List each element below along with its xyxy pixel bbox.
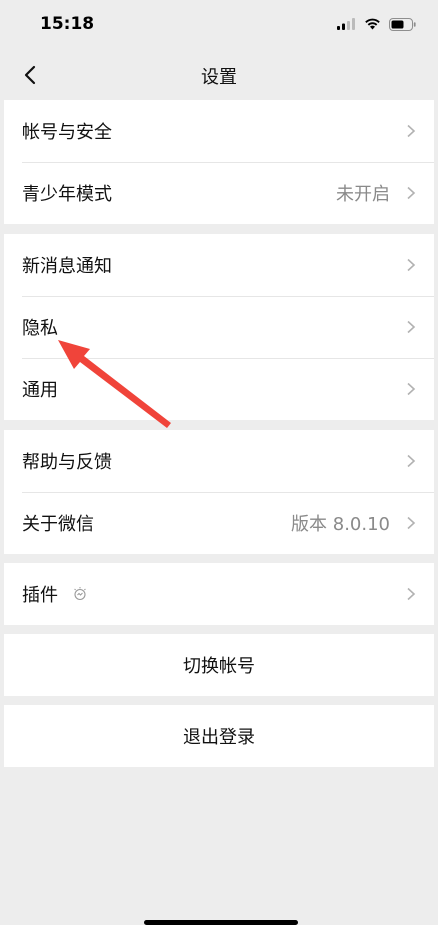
page-title: 设置 (201, 67, 237, 88)
settings-group-about: 帮助与反馈 关于微信 版本 8.0.10 (4, 430, 434, 554)
cellular-signal-icon (337, 18, 355, 30)
chevron-right-icon (407, 454, 416, 468)
settings-item-label: 关于微信 (22, 514, 94, 535)
wifi-icon (365, 18, 380, 30)
settings-item-label: 通用 (22, 380, 58, 401)
switch-account-button[interactable]: 切换帐号 (4, 634, 434, 696)
chevron-right-icon (407, 124, 416, 138)
logout-button[interactable]: 退出登录 (4, 705, 434, 767)
settings-item-label: 隐私 (22, 318, 58, 339)
chevron-right-icon (407, 186, 416, 200)
settings-item-help-feedback[interactable]: 帮助与反馈 (4, 430, 434, 492)
settings-item-value: 未开启 (336, 184, 390, 205)
settings-group-plugins: 插件 (4, 563, 434, 625)
settings-item-value: 版本 8.0.10 (291, 514, 390, 535)
chevron-right-icon (407, 516, 416, 530)
status-time: 15:18 (40, 14, 95, 34)
status-bar: 15:18 (0, 0, 438, 50)
battery-icon (389, 17, 416, 31)
settings-item-label: 新消息通知 (22, 256, 112, 277)
lightbulb-icon (74, 587, 86, 601)
settings-item-label: 插件 (22, 585, 58, 606)
settings-item-teen-mode[interactable]: 青少年模式 未开启 (4, 162, 434, 224)
settings-item-privacy[interactable]: 隐私 (4, 296, 434, 358)
navigation-bar: 设置 (0, 50, 438, 100)
status-icons (337, 16, 416, 32)
settings-item-label: 帮助与反馈 (22, 452, 112, 473)
settings-item-about-wechat[interactable]: 关于微信 版本 8.0.10 (4, 492, 434, 554)
settings-item-label: 青少年模式 (22, 184, 112, 205)
settings-item-notifications[interactable]: 新消息通知 (4, 234, 434, 296)
chevron-right-icon (407, 320, 416, 334)
chevron-right-icon (407, 258, 416, 272)
settings-item-general[interactable]: 通用 (4, 358, 434, 420)
settings-item-account-security[interactable]: 帐号与安全 (4, 100, 434, 162)
chevron-right-icon (407, 382, 416, 396)
settings-item-plugins[interactable]: 插件 (4, 563, 434, 625)
chevron-right-icon (407, 587, 416, 601)
settings-group-account: 帐号与安全 青少年模式 未开启 (4, 100, 434, 224)
home-indicator (144, 920, 298, 925)
settings-group-general: 新消息通知 隐私 通用 (4, 234, 434, 420)
settings-item-label: 帐号与安全 (22, 122, 112, 143)
